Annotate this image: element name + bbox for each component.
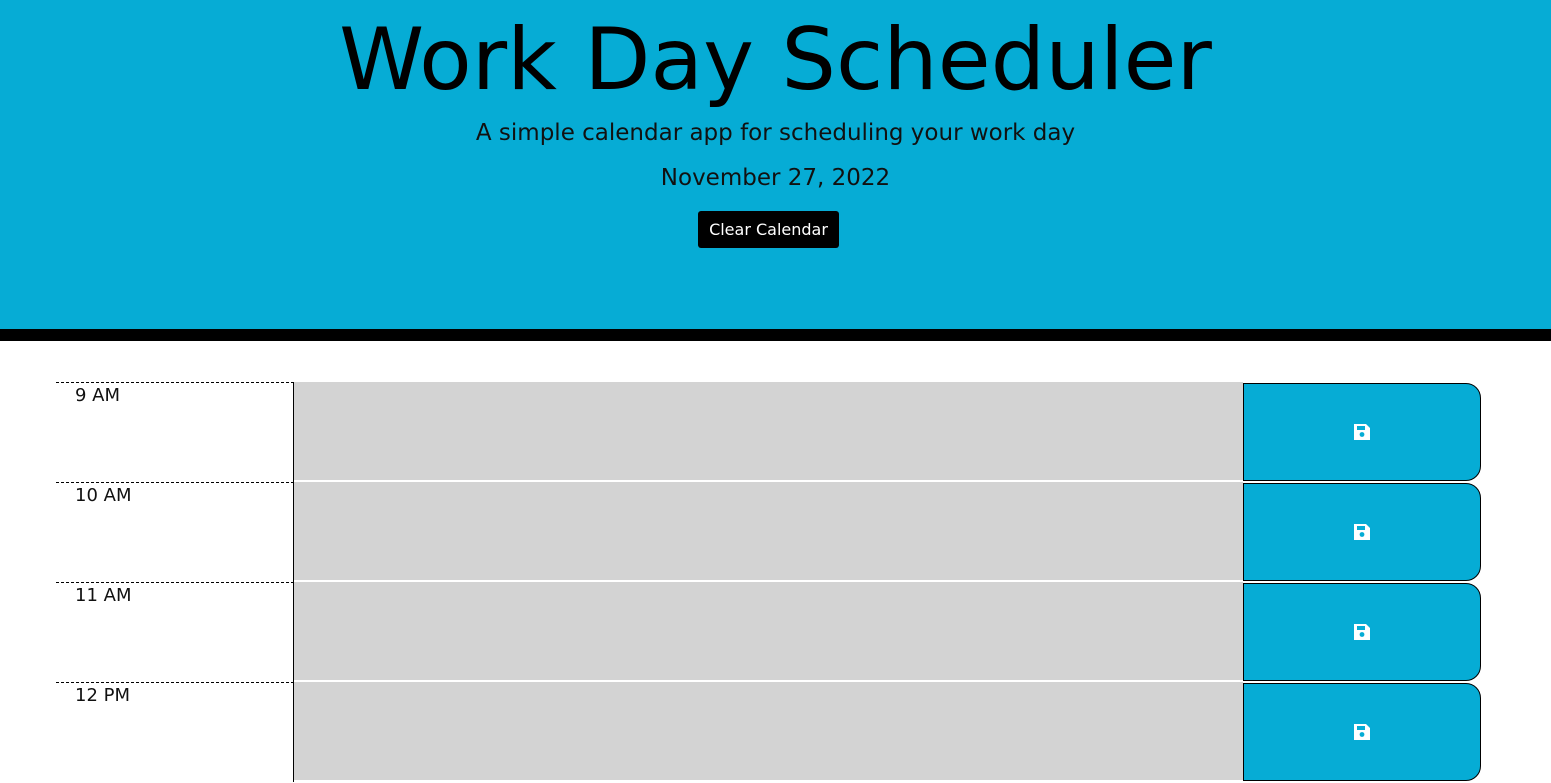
hour-label: 12 PM: [56, 682, 294, 782]
save-button[interactable]: [1243, 383, 1481, 481]
save-icon: [1354, 624, 1370, 640]
save-icon: [1354, 524, 1370, 540]
hour-label: 9 AM: [56, 382, 294, 482]
clear-calendar-button[interactable]: Clear Calendar: [698, 211, 839, 248]
header: Work Day Scheduler A simple calendar app…: [0, 0, 1551, 341]
time-block-row: 9 AM: [56, 382, 1481, 482]
save-icon: [1354, 724, 1370, 740]
event-description-input[interactable]: [294, 482, 1243, 582]
event-description-input[interactable]: [294, 682, 1243, 782]
event-description-input[interactable]: [294, 582, 1243, 682]
save-button[interactable]: [1243, 583, 1481, 681]
current-date: November 27, 2022: [660, 165, 891, 191]
time-block-row: 12 PM: [56, 682, 1481, 782]
time-block-row: 11 AM: [56, 582, 1481, 682]
page-title: Work Day Scheduler: [339, 10, 1212, 110]
page-subtitle: A simple calendar app for scheduling you…: [475, 120, 1076, 146]
schedule: 9 AM 10 AM 11 AM 12 PM: [56, 382, 1481, 782]
hour-label: 11 AM: [56, 582, 294, 682]
save-button[interactable]: [1243, 683, 1481, 781]
event-description-input[interactable]: [294, 382, 1243, 482]
save-button[interactable]: [1243, 483, 1481, 581]
save-icon: [1354, 424, 1370, 440]
time-block-row: 10 AM: [56, 482, 1481, 582]
hour-label: 10 AM: [56, 482, 294, 582]
